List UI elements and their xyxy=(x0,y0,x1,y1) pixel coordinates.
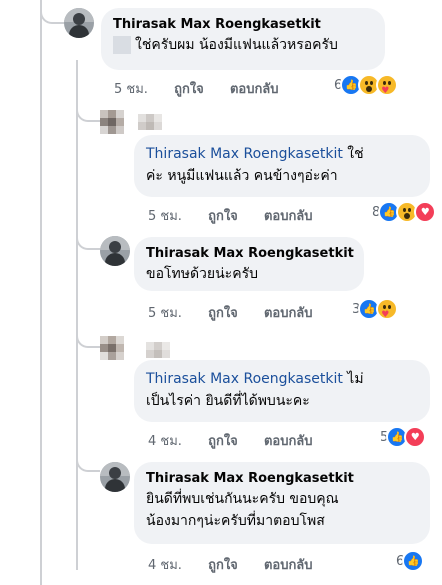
like-button[interactable]: ถูกใจ xyxy=(208,554,238,575)
thread-branch xyxy=(76,322,100,348)
blurred-avatar[interactable] xyxy=(100,336,130,366)
comment-time[interactable]: 4 ชม. xyxy=(148,430,182,451)
comment-bubble: Thirasak Max Roengkasetkit ใช่ครับผม น้อ… xyxy=(101,8,385,70)
comment-actions: 5 ชม. ถูกใจ ตอบกลับ xyxy=(114,78,301,99)
mention-link[interactable]: Thirasak Max Roengkasetkit xyxy=(146,146,343,162)
comment-actions: 4 ชม. ถูกใจ ตอบกลับ xyxy=(148,554,335,575)
comment-bubble: Thirasak Max Roengkasetkit ยินดีที่พบเช่… xyxy=(134,462,430,544)
reply-button[interactable]: ตอบกลับ xyxy=(264,430,313,451)
comment-time[interactable]: 4 ชม. xyxy=(148,554,182,575)
like-button[interactable]: ถูกใจ xyxy=(208,205,238,226)
comment-time[interactable]: 5 ชม. xyxy=(148,302,182,323)
thread-branch xyxy=(76,96,100,122)
avatar[interactable] xyxy=(64,8,94,38)
reply-button[interactable]: ตอบกลับ xyxy=(264,205,313,226)
comment-text: ค่ะ หนูมีแฟนแล้ว คนข้างๆอ่ะค่า xyxy=(146,168,338,184)
comment-text: ใช่ครับผม น้องมีแฟนแล้วหรอครับ xyxy=(113,34,373,56)
comment-text: Thirasak Max Roengkasetkit ใช่ xyxy=(146,146,364,162)
thread-branch xyxy=(76,446,100,472)
comment-bubble: Thirasak Max Roengkasetkit ไม่ เป็นไรค่า… xyxy=(134,360,430,422)
reaction-summary[interactable]: 6 👍 ♥ xyxy=(334,74,399,96)
comment-bubble: Thirasak Max Roengkasetkit ใช่ ค่ะ หนูมี… xyxy=(134,135,430,197)
wow-icon xyxy=(396,201,419,223)
avatar[interactable] xyxy=(100,462,130,492)
care-icon: ♥ xyxy=(376,298,399,320)
like-button[interactable]: ถูกใจ xyxy=(208,302,238,323)
like-button[interactable]: ถูกใจ xyxy=(208,430,238,451)
mention-link[interactable]: Thirasak Max Roengkasetkit xyxy=(146,371,343,387)
thread-branch xyxy=(40,0,64,24)
wow-icon xyxy=(358,74,381,96)
comment-actions: 4 ชม. ถูกใจ ตอบกลับ xyxy=(148,430,335,451)
comment-actions: 5 ชม. ถูกใจ ตอบกลับ xyxy=(148,302,335,323)
comment-text: น้องมากๆน่ะครับที่มาตอบโพส xyxy=(146,513,325,529)
comment-text: เป็นไรค่า ยินดีที่ได้พบนะคะ xyxy=(146,393,310,409)
love-icon: ♥ xyxy=(404,426,427,448)
thread-line xyxy=(76,60,78,570)
care-icon: ♥ xyxy=(376,74,399,96)
reaction-summary[interactable]: 3 👍 ♥ xyxy=(352,298,399,320)
reply-button[interactable]: ตอบกลับ xyxy=(264,554,313,575)
blurred-avatar[interactable] xyxy=(100,110,130,140)
love-icon: ♥ xyxy=(414,201,437,223)
avatar[interactable] xyxy=(100,236,130,266)
comment-author[interactable]: Thirasak Max Roengkasetkit xyxy=(146,245,354,263)
comment-author[interactable]: Thirasak Max Roengkasetkit xyxy=(113,16,373,34)
reaction-summary[interactable]: 5 👍 ♥ xyxy=(380,426,427,448)
reaction-summary[interactable]: 8 👍 ♥ xyxy=(372,201,437,223)
censored-name xyxy=(113,36,131,54)
comment-bubble: Thirasak Max Roengkasetkit ขอโทษด้วยน่ะค… xyxy=(134,237,364,291)
comment-time[interactable]: 5 ชม. xyxy=(114,78,148,99)
like-icon: 👍 xyxy=(402,550,425,572)
thread-branch xyxy=(76,224,100,250)
comment-actions: 5 ชม. ถูกใจ ตอบกลับ xyxy=(148,205,335,226)
reply-button[interactable]: ตอบกลับ xyxy=(264,302,313,323)
comment-text: ขอโทษด้วยน่ะครับ xyxy=(146,266,258,282)
comment-author[interactable]: Thirasak Max Roengkasetkit xyxy=(146,470,418,488)
thread-line xyxy=(40,0,42,585)
reaction-summary[interactable]: 6 👍 xyxy=(396,550,425,572)
comment-time[interactable]: 5 ชม. xyxy=(148,205,182,226)
comment-text: ยินดีที่พบเช่นกันนะครับ ขอบคุณ xyxy=(146,491,339,507)
like-button[interactable]: ถูกใจ xyxy=(174,78,204,99)
reply-button[interactable]: ตอบกลับ xyxy=(230,78,279,99)
comment-text: Thirasak Max Roengkasetkit ไม่ xyxy=(146,371,364,387)
